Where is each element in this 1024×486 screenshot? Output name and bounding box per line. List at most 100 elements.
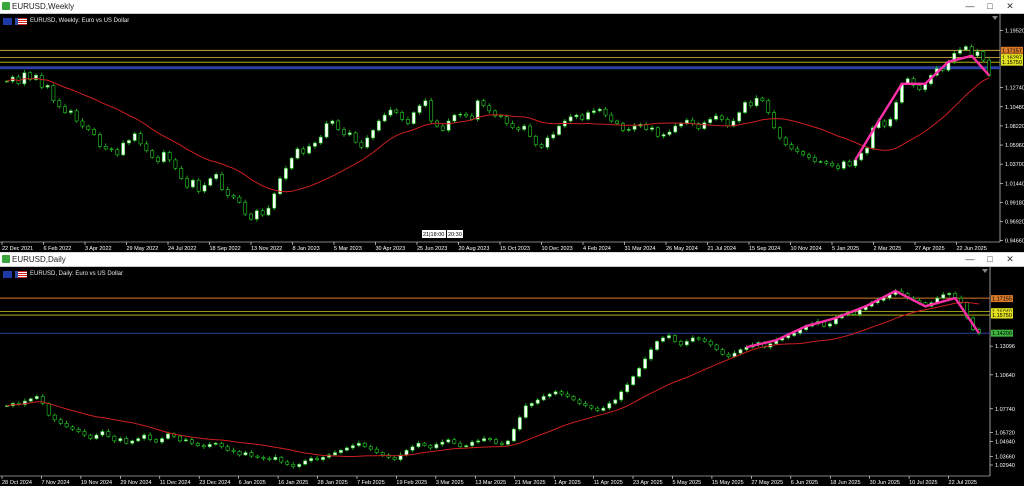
candle-body: [737, 112, 742, 122]
candle-body: [92, 129, 96, 135]
price-tag-label: 1.15750: [1002, 60, 1022, 66]
daily-price-chart[interactable]: 1.13096 1.10640 1.07740 1.05720 1.04940 1.036…: [0, 267, 1024, 486]
date-tick-label: 6 Jun 2025: [791, 480, 818, 486]
date-tick-label: 5 Jan 2025: [832, 246, 859, 252]
candle-body: [130, 440, 135, 444]
candle-body: [667, 131, 672, 135]
candle-body: [743, 102, 747, 113]
weekly-chart-window[interactable]: EURUSD,Weekly — □ ✕ EURUSD, Weekly: Euro…: [0, 0, 1024, 252]
candle-body: [166, 433, 170, 439]
candle-body: [661, 337, 665, 342]
candle-body: [458, 442, 463, 448]
candle-body: [213, 442, 218, 445]
weekly-price-chart[interactable]: 1.19520 1.12740 1.10480 1.08220 1.05960 1.037…: [0, 14, 1024, 252]
candle-body: [142, 434, 147, 439]
candle-body: [45, 85, 50, 88]
date-tick-label: 1 Apr 2025: [554, 480, 581, 486]
candle-body: [161, 152, 166, 162]
candle-body: [109, 148, 114, 151]
candle-body: [132, 133, 137, 141]
candle-body: [177, 435, 182, 442]
date-tick-label: 10 Nov 2024: [791, 246, 822, 252]
date-tick-label: 6 Jan 2025: [239, 480, 266, 486]
maximize-button[interactable]: □: [980, 0, 1000, 13]
candle-body: [315, 458, 320, 460]
candle-body: [103, 146, 108, 150]
minimize-button[interactable]: —: [960, 0, 980, 13]
candle-body: [94, 434, 99, 439]
candle-body: [625, 384, 630, 393]
candle-body: [118, 438, 123, 442]
weekly-chart-canvas[interactable]: EURUSD, Weekly: Euro vs US Dollar 1.1952…: [0, 14, 1024, 252]
candle-body: [34, 396, 39, 400]
candle-body: [303, 460, 308, 465]
candle-body: [632, 125, 637, 130]
candle-body: [626, 129, 631, 131]
date-tick-label: 13 Nov 2022: [251, 246, 282, 252]
price-tag-label: 1.14200: [992, 331, 1012, 337]
candle-body: [388, 109, 393, 116]
candle-body: [368, 446, 373, 450]
candle-body: [196, 179, 201, 192]
candle-body: [621, 123, 625, 131]
date-tick-label: 4 Feb 2024: [583, 246, 611, 252]
candle-body: [5, 80, 9, 83]
candle-body: [313, 142, 317, 147]
candle-body: [510, 123, 515, 129]
candle-body: [500, 442, 504, 445]
close-button[interactable]: ✕: [1000, 253, 1020, 266]
candle-body: [260, 210, 265, 216]
candle-body: [533, 135, 538, 145]
weekly-titlebar[interactable]: EURUSD,Weekly — □ ✕: [0, 0, 1024, 14]
candle-body: [76, 428, 81, 432]
candle-body: [392, 456, 397, 460]
candle-body: [981, 51, 986, 61]
candle-body: [597, 108, 602, 112]
candle-body: [440, 441, 445, 445]
candle-body: [452, 439, 457, 444]
candle-body: [422, 442, 427, 446]
candle-body: [46, 403, 51, 416]
date-tick-label: 20 Aug 2023: [459, 246, 490, 252]
candle-body: [547, 393, 552, 397]
date-tick-label: 29 May 2022: [127, 246, 159, 252]
candle-body: [446, 439, 451, 443]
price-tick-label: 0.96920: [1005, 220, 1024, 226]
candle-body: [52, 414, 57, 421]
price-tick-label: 1.10480: [1005, 105, 1024, 111]
price-tick-label: 1.03700: [1005, 162, 1024, 168]
price-tick-label: 1.02940: [995, 463, 1015, 469]
candle-body: [958, 49, 962, 54]
candle-body: [297, 463, 302, 467]
candle-body: [888, 119, 893, 127]
candle-body: [772, 112, 776, 129]
moving-average-line: [6, 301, 980, 457]
candle-body: [295, 148, 300, 159]
candle-body: [535, 399, 540, 404]
candle-body: [321, 456, 325, 460]
daily-chart-canvas[interactable]: EURUSD, Daily: Euro vs US Dollar 1.13096…: [0, 267, 1024, 486]
candle-body: [830, 163, 835, 167]
candle-body: [591, 110, 596, 113]
candle-body: [726, 353, 731, 357]
price-tick-label: 1.12740: [1005, 86, 1024, 92]
daily-titlebar[interactable]: EURUSD,Daily — □ ✕: [0, 253, 1024, 267]
price-tick-label: 1.13096: [995, 344, 1015, 350]
candle-body: [324, 123, 329, 138]
maximize-button[interactable]: □: [980, 253, 1000, 266]
date-tick-label: 19 Feb 2025: [396, 480, 427, 486]
price-tick-label: 1.04940: [995, 440, 1015, 446]
candle-body: [208, 178, 213, 186]
daily-chart-window[interactable]: EURUSD,Daily — □ ✕ EURUSD, Daily: Euro v…: [0, 253, 1024, 486]
candle-body: [167, 152, 172, 161]
date-tick-label: 28 Jan 2025: [318, 480, 348, 486]
candle-body: [601, 407, 606, 411]
candle-body: [795, 148, 800, 152]
candle-body: [100, 431, 105, 436]
candle-body: [464, 113, 468, 117]
candle-body: [289, 157, 294, 169]
minimize-button[interactable]: —: [960, 253, 980, 266]
close-button[interactable]: ✕: [1000, 0, 1020, 13]
candle-body: [969, 46, 974, 57]
candle-body: [801, 151, 806, 156]
